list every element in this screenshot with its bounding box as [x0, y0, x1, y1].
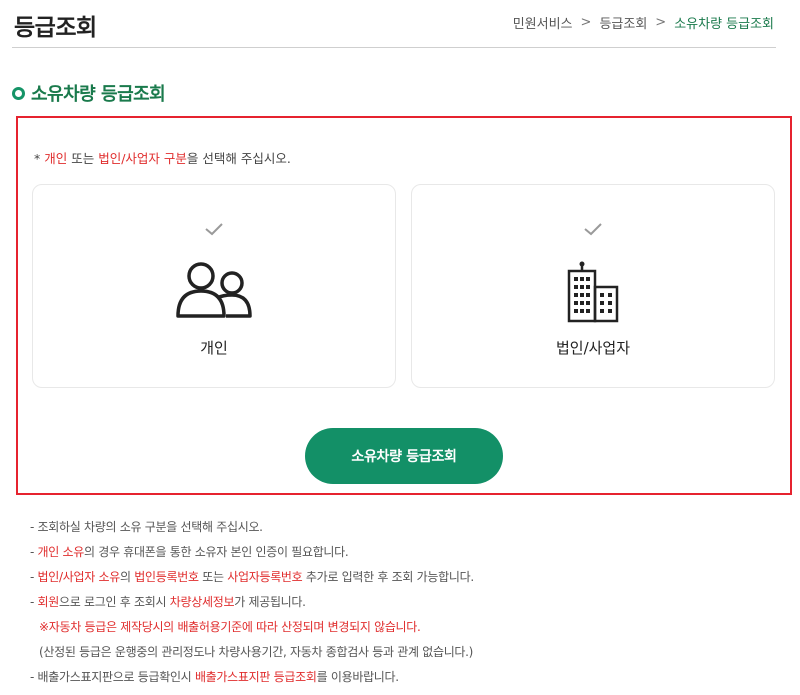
- notice-item: - 회원으로 로그인 후 조회시 차량상세정보가 제공됩니다.: [30, 595, 306, 609]
- notice-item: - 개인 소유의 경우 휴대폰을 통한 소유자 본인 인증이 필요합니다.: [30, 545, 349, 559]
- grade-warning: ※자동차 등급은 제작당시의 배출허용기준에 따라 산정되며 변경되지 않습니다…: [39, 620, 421, 634]
- business-owner-card[interactable]: 법인/사업자: [411, 184, 775, 388]
- business-owner-label: 법인/사업자: [555, 339, 631, 357]
- breadcrumb-separator: >: [580, 15, 592, 30]
- page-title: 등급조회: [14, 15, 97, 41]
- personal-owner-card[interactable]: 개인: [32, 184, 396, 388]
- page-header: 등급조회 민원서비스 > 등급조회 > 소유차량 등급조회: [12, 0, 776, 48]
- building-icon: [567, 261, 619, 323]
- checkmark-icon: [205, 223, 223, 236]
- notice-item: - 조회하실 차량의 소유 구분을 선택해 주십시오.: [30, 520, 263, 534]
- checkmark-icon: [584, 223, 602, 236]
- breadcrumb: 민원서비스 > 등급조회 > 소유차량 등급조회: [513, 13, 774, 32]
- owner-type-selection-panel: * 개인 또는 법인/사업자 구분을 선택해 주십시오. 개인 법인/사업자 소…: [16, 116, 792, 495]
- owned-vehicle-grade-search-button[interactable]: 소유차량 등급조회: [305, 428, 503, 484]
- notice-item: - 배출가스표지판으로 등급확인시 배출가스표지판 등급조회를 이용바랍니다.: [30, 670, 399, 684]
- people-icon: [176, 262, 252, 318]
- notice-item: - 법인/사업자 소유의 법인등록번호 또는 사업자등록번호 추가로 입력한 후…: [30, 570, 474, 584]
- plate-grade-lookup-link[interactable]: 배출가스표지판 등급조회: [195, 670, 317, 684]
- section-title: 소유차량 등급조회: [31, 84, 166, 105]
- breadcrumb-separator: >: [655, 15, 667, 30]
- selection-instruction: * 개인 또는 법인/사업자 구분을 선택해 주십시오.: [34, 151, 291, 166]
- grade-note: (산정된 등급은 운행중의 관리정도나 차량사용기간, 자동차 종합검사 등과 …: [39, 645, 474, 659]
- breadcrumb-item-current: 소유차량 등급조회: [674, 17, 774, 32]
- notice-list: - 조회하실 차량의 소유 구분을 선택해 주십시오. - 개인 소유의 경우 …: [30, 518, 790, 693]
- circle-bullet-icon: [12, 86, 25, 100]
- breadcrumb-item-grade-lookup[interactable]: 등급조회: [599, 13, 647, 32]
- breadcrumb-item-civil-service[interactable]: 민원서비스: [513, 13, 573, 32]
- section-heading: 소유차량 등급조회: [12, 80, 166, 106]
- personal-owner-label: 개인: [200, 339, 228, 357]
